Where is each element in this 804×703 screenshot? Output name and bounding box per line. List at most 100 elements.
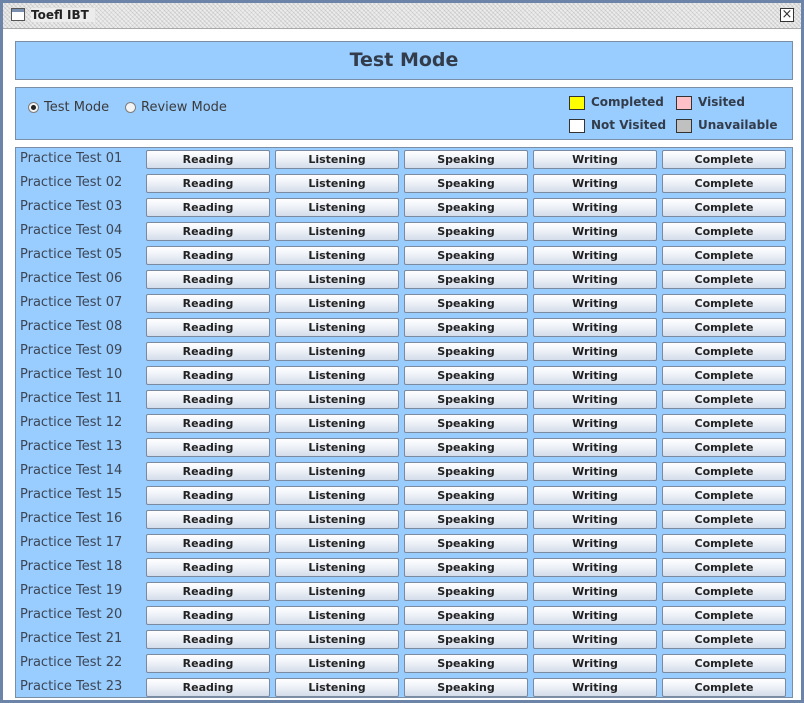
writing-button[interactable]: Writing [533, 534, 657, 553]
reading-button[interactable]: Reading [146, 534, 270, 553]
writing-button[interactable]: Writing [533, 630, 657, 649]
reading-button[interactable]: Reading [146, 414, 270, 433]
complete-button[interactable]: Complete [662, 414, 786, 433]
complete-button[interactable]: Complete [662, 294, 786, 313]
complete-button[interactable]: Complete [662, 438, 786, 457]
writing-button[interactable]: Writing [533, 486, 657, 505]
reading-button[interactable]: Reading [146, 270, 270, 289]
complete-button[interactable]: Complete [662, 318, 786, 337]
speaking-button[interactable]: Speaking [404, 486, 528, 505]
listening-button[interactable]: Listening [275, 558, 399, 577]
speaking-button[interactable]: Speaking [404, 534, 528, 553]
writing-button[interactable]: Writing [533, 174, 657, 193]
reading-button[interactable]: Reading [146, 654, 270, 673]
speaking-button[interactable]: Speaking [404, 174, 528, 193]
writing-button[interactable]: Writing [533, 270, 657, 289]
reading-button[interactable]: Reading [146, 606, 270, 625]
speaking-button[interactable]: Speaking [404, 270, 528, 289]
listening-button[interactable]: Listening [275, 414, 399, 433]
listening-button[interactable]: Listening [275, 150, 399, 169]
reading-button[interactable]: Reading [146, 486, 270, 505]
speaking-button[interactable]: Speaking [404, 606, 528, 625]
reading-button[interactable]: Reading [146, 294, 270, 313]
speaking-button[interactable]: Speaking [404, 222, 528, 241]
reading-button[interactable]: Reading [146, 318, 270, 337]
speaking-button[interactable]: Speaking [404, 318, 528, 337]
speaking-button[interactable]: Speaking [404, 414, 528, 433]
speaking-button[interactable]: Speaking [404, 462, 528, 481]
writing-button[interactable]: Writing [533, 606, 657, 625]
complete-button[interactable]: Complete [662, 510, 786, 529]
writing-button[interactable]: Writing [533, 510, 657, 529]
listening-button[interactable]: Listening [275, 270, 399, 289]
complete-button[interactable]: Complete [662, 678, 786, 697]
writing-button[interactable]: Writing [533, 678, 657, 697]
reading-button[interactable]: Reading [146, 558, 270, 577]
speaking-button[interactable]: Speaking [404, 678, 528, 697]
listening-button[interactable]: Listening [275, 534, 399, 553]
listening-button[interactable]: Listening [275, 438, 399, 457]
complete-button[interactable]: Complete [662, 606, 786, 625]
writing-button[interactable]: Writing [533, 222, 657, 241]
listening-button[interactable]: Listening [275, 486, 399, 505]
writing-button[interactable]: Writing [533, 414, 657, 433]
listening-button[interactable]: Listening [275, 582, 399, 601]
complete-button[interactable]: Complete [662, 150, 786, 169]
complete-button[interactable]: Complete [662, 486, 786, 505]
writing-button[interactable]: Writing [533, 150, 657, 169]
speaking-button[interactable]: Speaking [404, 630, 528, 649]
listening-button[interactable]: Listening [275, 222, 399, 241]
listening-button[interactable]: Listening [275, 390, 399, 409]
reading-button[interactable]: Reading [146, 438, 270, 457]
speaking-button[interactable]: Speaking [404, 582, 528, 601]
writing-button[interactable]: Writing [533, 438, 657, 457]
listening-button[interactable]: Listening [275, 294, 399, 313]
reading-button[interactable]: Reading [146, 150, 270, 169]
close-icon[interactable]: × [780, 8, 794, 22]
writing-button[interactable]: Writing [533, 294, 657, 313]
reading-button[interactable]: Reading [146, 366, 270, 385]
listening-button[interactable]: Listening [275, 318, 399, 337]
listening-button[interactable]: Listening [275, 198, 399, 217]
complete-button[interactable]: Complete [662, 582, 786, 601]
reading-button[interactable]: Reading [146, 462, 270, 481]
speaking-button[interactable]: Speaking [404, 246, 528, 265]
reading-button[interactable]: Reading [146, 174, 270, 193]
writing-button[interactable]: Writing [533, 558, 657, 577]
writing-button[interactable]: Writing [533, 342, 657, 361]
complete-button[interactable]: Complete [662, 246, 786, 265]
writing-button[interactable]: Writing [533, 366, 657, 385]
reading-button[interactable]: Reading [146, 390, 270, 409]
listening-button[interactable]: Listening [275, 606, 399, 625]
listening-button[interactable]: Listening [275, 174, 399, 193]
reading-button[interactable]: Reading [146, 246, 270, 265]
writing-button[interactable]: Writing [533, 582, 657, 601]
complete-button[interactable]: Complete [662, 270, 786, 289]
writing-button[interactable]: Writing [533, 246, 657, 265]
listening-button[interactable]: Listening [275, 462, 399, 481]
listening-button[interactable]: Listening [275, 510, 399, 529]
speaking-button[interactable]: Speaking [404, 510, 528, 529]
reading-button[interactable]: Reading [146, 678, 270, 697]
reading-button[interactable]: Reading [146, 582, 270, 601]
listening-button[interactable]: Listening [275, 630, 399, 649]
complete-button[interactable]: Complete [662, 534, 786, 553]
complete-button[interactable]: Complete [662, 390, 786, 409]
title-bar[interactable]: Toefl IBT × [3, 3, 801, 29]
complete-button[interactable]: Complete [662, 558, 786, 577]
complete-button[interactable]: Complete [662, 630, 786, 649]
speaking-button[interactable]: Speaking [404, 294, 528, 313]
complete-button[interactable]: Complete [662, 198, 786, 217]
reading-button[interactable]: Reading [146, 630, 270, 649]
speaking-button[interactable]: Speaking [404, 654, 528, 673]
speaking-button[interactable]: Speaking [404, 198, 528, 217]
writing-button[interactable]: Writing [533, 390, 657, 409]
reading-button[interactable]: Reading [146, 222, 270, 241]
reading-button[interactable]: Reading [146, 198, 270, 217]
writing-button[interactable]: Writing [533, 462, 657, 481]
reading-button[interactable]: Reading [146, 342, 270, 361]
complete-button[interactable]: Complete [662, 366, 786, 385]
listening-button[interactable]: Listening [275, 654, 399, 673]
complete-button[interactable]: Complete [662, 342, 786, 361]
speaking-button[interactable]: Speaking [404, 558, 528, 577]
